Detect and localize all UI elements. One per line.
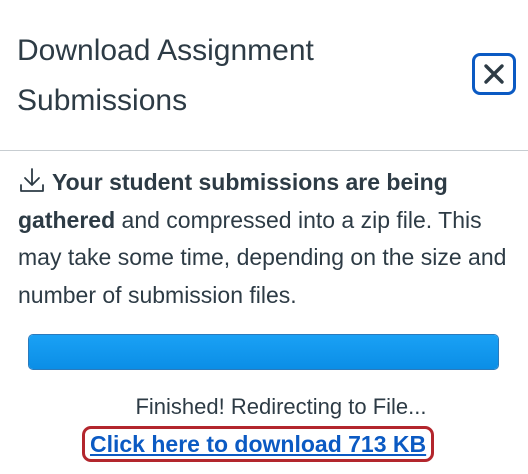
dialog-body: Your student submissions are being gathe… [18, 164, 518, 314]
download-submissions-dialog: Download Assignment Submissions Your stu… [0, 0, 528, 474]
close-button[interactable] [472, 53, 516, 95]
download-link[interactable]: Click here to download 713 KB [90, 431, 426, 458]
dialog-header: Download Assignment Submissions [0, 0, 528, 151]
status-text: Finished! Redirecting to File... [135, 394, 427, 419]
status-message: Your student submissions are being gathe… [18, 164, 518, 314]
download-icon [20, 168, 44, 192]
progress-bar [28, 334, 499, 370]
progress-bar-fill [29, 335, 498, 369]
close-icon [484, 64, 504, 84]
download-link-focus-ring: Click here to download 713 KB [82, 426, 435, 462]
dialog-title: Download Assignment Submissions [17, 34, 314, 117]
